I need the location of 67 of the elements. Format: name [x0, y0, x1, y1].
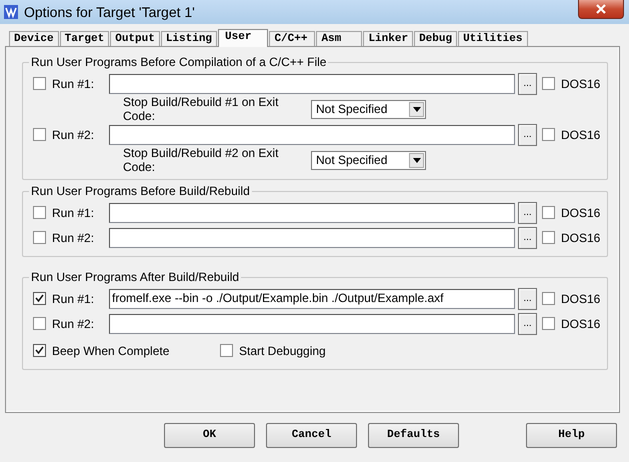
- checkbox[interactable]: [542, 231, 555, 244]
- command-field[interactable]: [109, 202, 515, 222]
- command-field[interactable]: fromelf.exe --bin -o ./Output/Example.bin ./Output/Example.axf: [109, 288, 515, 308]
- browse-button[interactable]: ...: [518, 226, 537, 248]
- exit-code-label: Stop Build/Rebuild #1 on Exit Code:: [123, 95, 280, 123]
- tab[interactable]: Debug: [414, 31, 458, 46]
- run-label: Run #2:: [52, 128, 96, 142]
- tab[interactable]: Device: [9, 31, 59, 46]
- command-field[interactable]: [109, 228, 515, 248]
- dialog-button[interactable]: OK: [164, 422, 255, 448]
- checkbox[interactable]: [542, 206, 555, 219]
- checkbox[interactable]: [542, 77, 555, 90]
- exit-code-label: Stop Build/Rebuild #2 on Exit Code:: [123, 146, 280, 174]
- run-label: Run #2:: [52, 316, 96, 330]
- group-title: Run User Programs Before Build/Rebuild: [30, 184, 251, 198]
- command-field[interactable]: [109, 124, 515, 144]
- close-button[interactable]: [578, 0, 624, 19]
- dropdown-arrow-icon: [412, 106, 420, 112]
- command-field[interactable]: [109, 74, 515, 94]
- run-label: Run #2:: [52, 230, 96, 244]
- checkbox-label: DOS16: [561, 292, 600, 306]
- group-title: Run User Programs After Build/Rebuild: [30, 270, 240, 284]
- tab[interactable]: C/C++: [269, 31, 316, 46]
- checkbox-label: DOS16: [561, 230, 600, 244]
- checkbox[interactable]: [33, 292, 46, 305]
- checkbox-label: DOS16: [561, 316, 600, 330]
- browse-button[interactable]: ...: [518, 124, 537, 146]
- browse-button[interactable]: ...: [518, 202, 537, 224]
- checkbox-label: DOS16: [561, 206, 600, 220]
- checkbox[interactable]: [220, 344, 233, 357]
- tab[interactable]: Listing: [160, 31, 218, 46]
- checkbox[interactable]: [542, 317, 555, 330]
- dialog-button[interactable]: Cancel: [266, 422, 357, 448]
- checkbox[interactable]: [33, 77, 46, 90]
- checkbox[interactable]: [33, 231, 46, 244]
- tab[interactable]: Linker: [363, 31, 414, 46]
- checkbox[interactable]: [33, 206, 46, 219]
- browse-button[interactable]: ...: [518, 72, 537, 94]
- group-title: Run User Programs Before Compilation of a C/C++ File: [30, 55, 328, 69]
- run-label: Run #1:: [52, 292, 96, 306]
- checkbox[interactable]: [542, 128, 555, 141]
- checkbox-label: Beep When Complete: [52, 344, 170, 358]
- run-label: Run #1:: [52, 206, 96, 220]
- tab[interactable]: Target: [60, 31, 110, 46]
- checkbox[interactable]: [33, 128, 46, 141]
- exit-code-dropdown[interactable]: Not Specified: [311, 150, 426, 170]
- dialog-button[interactable]: Help: [526, 422, 617, 448]
- close-icon: [595, 4, 607, 14]
- checkbox[interactable]: [33, 317, 46, 330]
- checkbox-label: Start Debugging: [239, 344, 326, 358]
- tab[interactable]: Asm: [316, 31, 362, 46]
- checkbox-label: DOS16: [561, 76, 600, 90]
- checkbox[interactable]: [542, 292, 555, 305]
- tab[interactable]: User: [218, 29, 268, 47]
- checkbox-label: DOS16: [561, 128, 600, 142]
- command-field[interactable]: [109, 314, 515, 334]
- browse-button[interactable]: ...: [518, 288, 537, 310]
- window-title: Options for Target 'Target 1': [24, 4, 195, 20]
- tab[interactable]: Output: [110, 31, 160, 46]
- run-label: Run #1:: [52, 76, 96, 90]
- exit-code-dropdown[interactable]: Not Specified: [311, 100, 426, 118]
- app-icon: [4, 5, 18, 19]
- browse-button[interactable]: ...: [518, 312, 537, 334]
- dialog-button[interactable]: Defaults: [368, 422, 459, 448]
- tab[interactable]: Utilities: [458, 31, 528, 46]
- checkbox[interactable]: [33, 344, 46, 357]
- dropdown-arrow-icon: [412, 158, 420, 162]
